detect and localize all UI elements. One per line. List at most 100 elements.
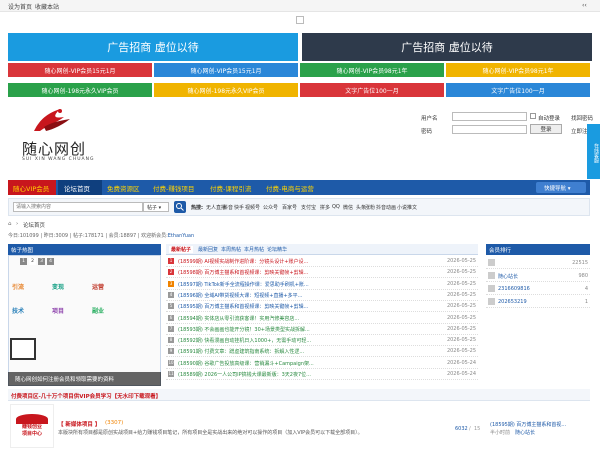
thread-row[interactable]: 9 (18591期) 付费文章：蹭虚建筑指南系统：拆解入性逻... 2026-05-… bbox=[166, 346, 478, 358]
thread-row[interactable]: 8 (18592期) 快看漫画自动挂机日入1000+，无需手动可轻... 2026-… bbox=[166, 335, 478, 347]
tab-2[interactable]: 本周热帖 bbox=[221, 246, 241, 253]
thread-title[interactable]: (18591期) 付费文章：蹭虚建筑指南系统：拆解入性逻... bbox=[178, 348, 408, 355]
search-icon[interactable] bbox=[174, 201, 186, 213]
slider-page-dot[interactable]: 2 bbox=[29, 258, 36, 265]
slider-tile[interactable]: 变现 bbox=[52, 282, 82, 300]
thread-title[interactable]: (18595期) 百万博主猫系和首视频课：剪映关键帧+剪辑... bbox=[178, 303, 408, 310]
hot-search-item[interactable]: 拼多 bbox=[320, 204, 330, 211]
ads_row2-ad-2[interactable]: 随心网创-198元永久VIP会员 bbox=[154, 83, 298, 97]
slider-tile[interactable]: 项目 bbox=[52, 306, 82, 324]
new-member-link[interactable]: EthanYuan bbox=[168, 233, 194, 239]
nav-paid-ecommerce[interactable]: 付费-电商与运营 bbox=[266, 183, 314, 193]
ranking-row[interactable]: 202653219 1 bbox=[486, 296, 590, 308]
hot-search-item[interactable]: 抖音动画 bbox=[376, 204, 396, 211]
ads_row1-ad-2[interactable]: 随心网创-VIP会员15元1月 bbox=[154, 63, 298, 77]
username-input[interactable] bbox=[452, 112, 527, 121]
thread-date: 2026-05-24 bbox=[446, 371, 476, 377]
ads_row1-ad-1[interactable]: 随心网创-VIP会员15元1月 bbox=[8, 63, 152, 77]
slider-tile[interactable]: 引流 bbox=[12, 282, 42, 300]
ranking-name[interactable]: 随心站长 bbox=[498, 273, 518, 280]
find-password-link[interactable]: 找回密码 bbox=[571, 114, 593, 122]
hot-search-item[interactable]: 微信 bbox=[343, 204, 353, 211]
section-last-user[interactable]: 随心站长 bbox=[515, 429, 535, 436]
home-icon[interactable]: ⌂ bbox=[8, 221, 12, 227]
hot-search-item[interactable]: 视频号 bbox=[245, 204, 260, 211]
thread-title[interactable]: (18590期) 谷歌广告投放高级课：营销漏斗+Campaign架... bbox=[178, 360, 408, 367]
ad-banner-left[interactable]: 广告招商 虚位以待 bbox=[8, 33, 298, 61]
thread-row[interactable]: 5 (18595期) 百万博主猫系和首视频课：剪映关键帧+剪辑... 2026-05… bbox=[166, 301, 478, 313]
thread-title[interactable]: (18594期) 实体店从零引流获客课！实用汽修美容店... bbox=[178, 315, 408, 322]
thread-row[interactable]: 6 (18594期) 实体店从零引流获客课！实用汽修美容店... 2026-05-2… bbox=[166, 313, 478, 324]
ranking-row[interactable]: 随心站长 980 bbox=[486, 270, 590, 282]
ads_row1-ad-4[interactable]: 随心网创-VIP会员98元1年 bbox=[446, 63, 590, 77]
thread-title[interactable]: (18593期) 不会画画也能开分镜！30+场景类型实战拆解... bbox=[178, 326, 408, 333]
hot-search-item[interactable]: 公众号 bbox=[263, 204, 278, 211]
section-total: 15 bbox=[474, 426, 481, 432]
search-input[interactable] bbox=[13, 202, 143, 212]
hot-search-item[interactable]: 小说推文 bbox=[397, 204, 417, 211]
breadcrumb[interactable]: 论坛首页 bbox=[23, 221, 45, 229]
slider-tile[interactable]: 运营 bbox=[92, 282, 122, 300]
slider-tile[interactable]: 副业 bbox=[92, 306, 122, 324]
nav-forum-home[interactable]: 论坛首页 bbox=[58, 180, 102, 195]
ranking-name[interactable]: 202653219 bbox=[498, 299, 527, 305]
set-homepage-link[interactable]: 设为首页 bbox=[8, 2, 32, 11]
thread-title[interactable]: (18599期) AI视频实战制作进阶课：分镜头设计+账户设... bbox=[178, 258, 408, 265]
slider-thumbnail[interactable] bbox=[10, 338, 36, 360]
thread-title[interactable]: (18596期) 全域AI带货视频大课：短视频+直播+多平... bbox=[178, 292, 408, 299]
thread-rank-badge: 4 bbox=[168, 291, 174, 298]
add-favorite-link[interactable]: 收藏本站 bbox=[35, 2, 59, 11]
slider-tile[interactable]: 技术 bbox=[12, 306, 42, 324]
thread-title[interactable]: (18589期) 2026一人公司IP搞钱大课最新版：3天2夜7位... bbox=[178, 371, 408, 378]
slider-caption[interactable]: 随心网创如何注册会员和领取需要的资料 bbox=[8, 372, 161, 386]
slider-page-dot[interactable]: 1 bbox=[20, 258, 27, 265]
ranking-value: 980 bbox=[578, 273, 588, 279]
nav-paid-projects[interactable]: 付费-赚钱项目 bbox=[153, 183, 194, 193]
thread-row[interactable]: 7 (18593期) 不会画画也能开分镜！30+场景类型实战拆解... 2026-0… bbox=[166, 324, 478, 335]
hot-search-item[interactable]: QQ bbox=[332, 204, 340, 210]
nav-vip[interactable]: 随心VIP会员 bbox=[8, 180, 56, 195]
ads_row2-ad-3[interactable]: 文字广告位100一月 bbox=[300, 83, 444, 97]
auto-login-checkbox[interactable] bbox=[530, 113, 536, 119]
nav-free-resources[interactable]: 免费资源区 bbox=[107, 183, 140, 193]
quick-nav-button[interactable]: 快捷导航 ▾ bbox=[536, 182, 586, 193]
online-service-tab[interactable]: 在线客服 bbox=[587, 124, 600, 179]
ads_row1-ad-3[interactable]: 随心网创-VIP会员98元1年 bbox=[300, 63, 444, 77]
badge-emblem-icon bbox=[16, 414, 48, 424]
thread-row[interactable]: 10 (18590期) 谷歌广告投放高级课：营销漏斗+Campaign架... 20… bbox=[166, 358, 478, 369]
thread-row[interactable]: 4 (18596期) 全域AI带货视频大课：短视频+直播+多平... 2026-05… bbox=[166, 290, 478, 301]
password-input[interactable] bbox=[452, 125, 527, 134]
slider-page-dot[interactable]: 4 bbox=[47, 258, 54, 265]
members-count: 18897 bbox=[120, 233, 137, 239]
tab-3[interactable]: 本月热帖 bbox=[244, 246, 264, 253]
thread-title[interactable]: (18597期) TikTok新手全流程操作课：爱思助手刷机+账... bbox=[178, 281, 408, 288]
collapse-icon[interactable]: ‹‹ bbox=[582, 2, 587, 9]
hot-search-item[interactable]: 抖音 bbox=[223, 204, 233, 211]
tab-0[interactable]: 最新帖子 bbox=[169, 246, 194, 253]
slider-page-dot[interactable]: 3 bbox=[38, 258, 45, 265]
thread-row[interactable]: 11 (18589期) 2026一人公司IP搞钱大课最新版：3天2夜7位... 20… bbox=[166, 369, 478, 380]
tab-1[interactable]: 最新回复 bbox=[198, 246, 218, 253]
hot-search-item[interactable]: 快手 bbox=[234, 204, 244, 211]
section-item-title[interactable]: 【 新媒体项目 】 bbox=[58, 420, 100, 428]
thread-title[interactable]: (18598期) 百万博主猫系和首视频课：剪映关键帧+剪辑... bbox=[178, 269, 408, 276]
tab-4[interactable]: 论坛精华 bbox=[267, 246, 287, 253]
search-scope-select[interactable]: 帖子 ▾ bbox=[143, 202, 169, 212]
hot-search-item[interactable]: 百家号 bbox=[282, 204, 297, 211]
posts-label: 帖子: bbox=[72, 233, 85, 239]
hot-search-item[interactable]: 支付宝 bbox=[301, 204, 316, 211]
ranking-name[interactable]: 2316609816 bbox=[498, 286, 530, 292]
hot-search-item[interactable]: 涨粉 bbox=[365, 204, 375, 211]
login-button[interactable]: 登录 bbox=[530, 124, 562, 134]
nav-paid-courses[interactable]: 付费-课程引流 bbox=[210, 183, 251, 193]
ad-banner-right[interactable]: 广告招商 虚位以待 bbox=[302, 33, 592, 61]
section-last-post[interactable]: (18595期) 百万博主猫系和首视... bbox=[490, 421, 566, 428]
thread-row[interactable]: 1 (18599期) AI视频实战制作进阶课：分镜头设计+账户设... 2026-0… bbox=[166, 256, 478, 267]
ads_row2-ad-1[interactable]: 随心网创-198元永久VIP会员 bbox=[8, 83, 152, 97]
thread-row[interactable]: 3 (18597期) TikTok新手全流程操作课：爱思助手刷机+账... 2026… bbox=[166, 279, 478, 290]
ads_row2-ad-4[interactable]: 文字广告位100一月 bbox=[446, 83, 590, 97]
thread-title[interactable]: (18592期) 快看漫画自动挂机日入1000+，无需手动可轻... bbox=[178, 337, 408, 344]
thread-row[interactable]: 2 (18598期) 百万博主猫系和首视频课：剪映关键帧+剪辑... 2026-05… bbox=[166, 267, 478, 279]
ranking-row[interactable]: 2316609816 4 bbox=[486, 283, 590, 295]
ranking-row[interactable]: 22515 bbox=[486, 257, 590, 269]
